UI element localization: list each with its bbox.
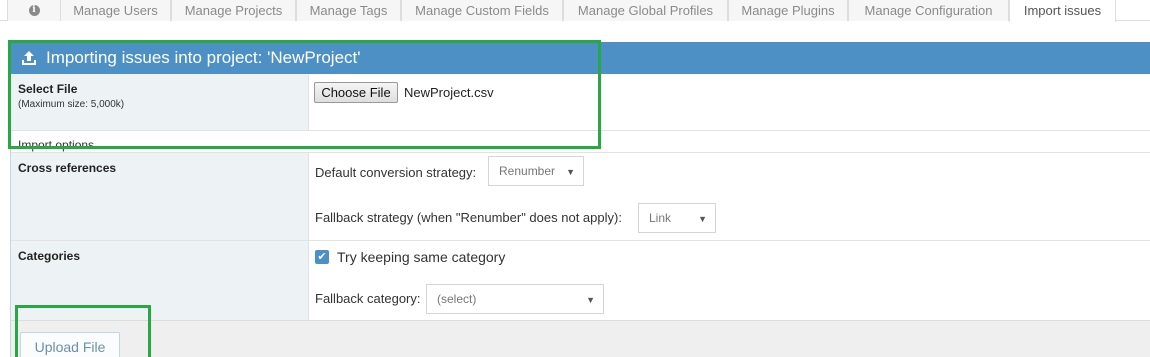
- max-size-note: (Maximum size: 5,000k): [18, 99, 125, 110]
- cross-references-label: Cross references: [18, 161, 117, 175]
- default-strategy-value: Renumber: [499, 164, 556, 178]
- categories-label: Categories: [18, 249, 81, 263]
- keep-same-category-checkbox[interactable]: ✔: [315, 250, 329, 264]
- keep-same-category-label: Try keeping same category: [337, 249, 506, 265]
- chevron-down-icon: ▼: [698, 214, 707, 224]
- upload-file-button[interactable]: Upload File: [20, 332, 120, 357]
- default-strategy-select[interactable]: Renumber ▼: [488, 156, 584, 186]
- tab-manage-custom-fields[interactable]: Manage Custom Fields: [401, 0, 563, 21]
- selected-file-name: NewProject.csv: [404, 85, 494, 100]
- tab-info[interactable]: i: [7, 0, 61, 21]
- cross-references-value-cell: Default conversion strategy: Renumber ▼ …: [309, 153, 1150, 240]
- import-options-heading: Import options: [11, 131, 1150, 153]
- admin-tabs: i Manage Users Manage Projects Manage Ta…: [0, 0, 1150, 22]
- widget-header: Importing issues into project: 'NewProje…: [11, 42, 1150, 74]
- tab-import-issues[interactable]: Import issues: [1009, 0, 1116, 22]
- tab-manage-users[interactable]: Manage Users: [60, 0, 171, 21]
- tab-manage-tags[interactable]: Manage Tags: [296, 0, 401, 21]
- upload-icon: [21, 50, 37, 66]
- info-icon: i: [28, 4, 40, 16]
- tab-manage-projects[interactable]: Manage Projects: [171, 0, 296, 21]
- fallback-category-value: (select): [437, 292, 477, 306]
- import-widget: Importing issues into project: 'NewProje…: [10, 42, 1150, 357]
- cross-references-label-cell: Cross references: [11, 153, 309, 240]
- form-footer: Upload File: [11, 320, 1150, 357]
- select-file-label-cell: Select File (Maximum size: 5,000k): [11, 74, 309, 130]
- tab-manage-configuration[interactable]: Manage Configuration: [848, 0, 1009, 21]
- select-file-value-cell: Choose File NewProject.csv: [309, 74, 1150, 130]
- select-file-row: Select File (Maximum size: 5,000k) Choos…: [11, 74, 1150, 131]
- cross-references-row: Cross references Default conversion stra…: [11, 153, 1150, 241]
- chevron-down-icon: ▼: [586, 295, 595, 305]
- categories-row: Categories ✔ Try keeping same category F…: [11, 241, 1150, 320]
- fallback-category-select[interactable]: (select) ▼: [426, 284, 604, 314]
- default-strategy-label: Default conversion strategy:: [315, 165, 477, 180]
- chevron-down-icon: ▼: [566, 167, 575, 177]
- fallback-strategy-select[interactable]: Link ▼: [638, 203, 716, 233]
- categories-value-cell: ✔ Try keeping same category Fallback cat…: [309, 241, 1150, 320]
- tab-manage-plugins[interactable]: Manage Plugins: [728, 0, 848, 21]
- page-title: Importing issues into project: 'NewProje…: [46, 48, 361, 67]
- choose-file-button[interactable]: Choose File: [314, 82, 398, 103]
- fallback-category-label: Fallback category:: [315, 291, 421, 306]
- fallback-strategy-label: Fallback strategy (when "Renumber" does …: [315, 210, 622, 225]
- tab-manage-global-profiles[interactable]: Manage Global Profiles: [563, 0, 728, 21]
- select-file-label: Select File: [18, 82, 78, 96]
- fallback-strategy-value: Link: [649, 211, 672, 225]
- categories-label-cell: Categories: [11, 241, 309, 320]
